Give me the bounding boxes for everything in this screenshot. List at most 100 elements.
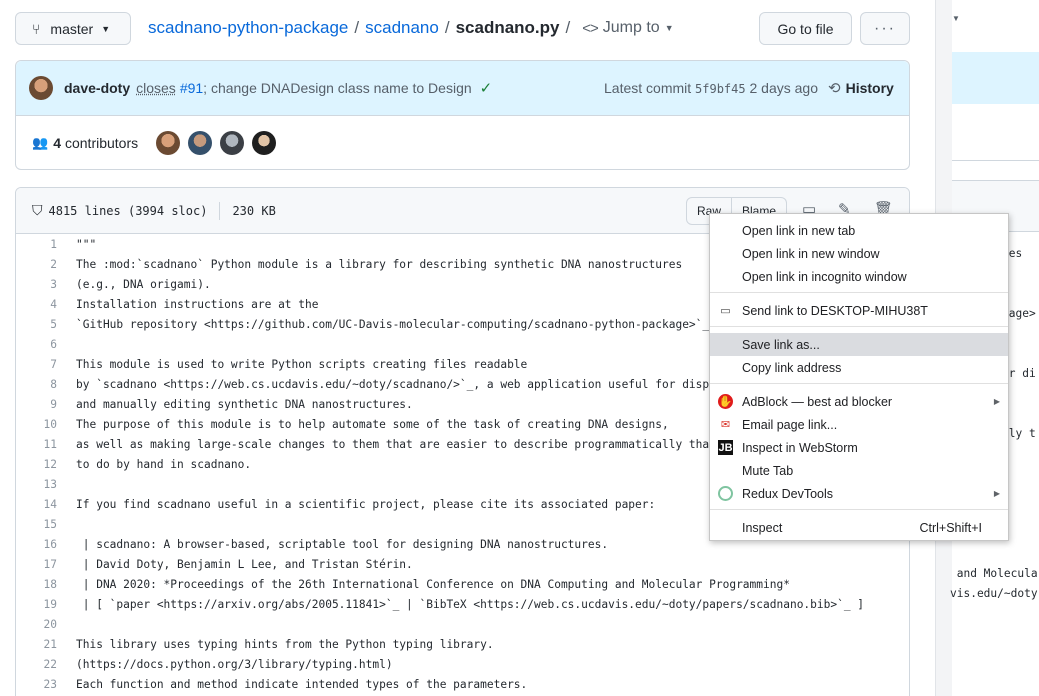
line-number[interactable]: 9 (16, 398, 57, 411)
redux-icon (718, 486, 733, 501)
code-fragment: and Molecula (950, 567, 1038, 580)
code-icon: <> (582, 19, 599, 37)
latest-commit-label: Latest commit (604, 80, 692, 96)
menu-item-label: Open link in incognito window (742, 269, 907, 284)
commit-issue-link[interactable]: #91 (180, 80, 203, 96)
line-number[interactable]: 21 (16, 638, 57, 651)
git-branch-icon: ⑂ (32, 20, 41, 37)
menu-item-label: Send link to DESKTOP-MIHU38T (742, 303, 928, 318)
breadcrumb: scadnano-python-package / scadnano / sca… (148, 18, 674, 38)
line-number[interactable]: 5 (16, 318, 57, 331)
line-number[interactable]: 8 (16, 378, 57, 391)
chevron-down-icon[interactable]: ▼ (952, 14, 960, 23)
commit-row: dave-doty closes #91 ; change DNADesign … (16, 61, 909, 116)
divider (219, 201, 221, 220)
breadcrumb-file: scadnano.py (455, 18, 560, 37)
commit-message[interactable]: ; change DNADesign class name to Design (203, 80, 471, 96)
shield-icon: ⛉ (32, 202, 43, 218)
go-to-file-button[interactable]: Go to file (759, 12, 852, 45)
code-line: 21 This library uses typing hints from th… (16, 634, 909, 654)
menu-item-label: AdBlock — best ad blocker (742, 394, 893, 409)
commit-closes-text[interactable]: closes (136, 80, 176, 96)
menu-adblock[interactable]: ✋ AdBlock — best ad blocker ▶ (710, 390, 1008, 413)
check-icon[interactable]: ✓ (480, 79, 493, 97)
menu-shortcut: Ctrl+Shift+I (919, 520, 982, 535)
avatar[interactable] (220, 131, 245, 155)
line-number[interactable]: 23 (16, 678, 57, 691)
menu-save-link-as[interactable]: Save link as... (710, 333, 1008, 356)
menu-inspect[interactable]: Inspect Ctrl+Shift+I (710, 516, 1008, 539)
menu-mute-tab[interactable]: Mute Tab (710, 459, 1008, 482)
line-content: | David Doty, Benjamin L Lee, and Trista… (76, 557, 413, 571)
line-number[interactable]: 17 (16, 558, 57, 571)
people-icon: 👥 (32, 135, 49, 150)
line-number[interactable]: 14 (16, 498, 57, 511)
avatar[interactable] (188, 131, 213, 155)
code-line: 18 | DNA 2020: *Proceedings of the 26th … (16, 574, 909, 594)
history-link[interactable]: ⟲ History (828, 79, 894, 97)
line-number[interactable]: 11 (16, 438, 57, 451)
chevron-down-icon: ▼ (101, 23, 111, 34)
avatar[interactable] (156, 131, 181, 155)
menu-separator (710, 326, 1008, 327)
line-number[interactable]: 16 (16, 538, 57, 551)
menu-item-label: Redux DevTools (742, 486, 834, 501)
line-content: If you find scadnano useful in a scienti… (76, 497, 656, 511)
line-content: and manually editing synthetic DNA nanos… (76, 397, 413, 411)
line-number[interactable]: 2 (16, 258, 57, 271)
line-number[interactable]: 10 (16, 418, 57, 431)
chevron-down-icon: ▼ (664, 23, 674, 33)
line-number[interactable]: 6 (16, 338, 57, 351)
jump-to-dropdown[interactable]: <> Jump to ▼ (582, 19, 673, 37)
menu-item-label: Email page link... (742, 417, 838, 432)
menu-inspect-webstorm[interactable]: JB Inspect in WebStorm (710, 436, 1008, 459)
submenu-arrow-icon: ▶ (993, 397, 1000, 406)
line-number[interactable]: 13 (16, 478, 57, 491)
line-content: (e.g., DNA origami). (76, 277, 211, 291)
line-content: The :mod:`scadnano` Python module is a l… (76, 257, 683, 271)
code-fragment: vis.edu/~doty (950, 587, 1038, 600)
code-line: 17 | David Doty, Benjamin L Lee, and Tri… (16, 554, 909, 574)
menu-item-label: Inspect (742, 520, 783, 535)
commit-sha-link[interactable]: 5f9bf45 (695, 82, 746, 96)
commit-author-link[interactable]: dave-doty (64, 80, 130, 96)
gmail-icon: ✉ (720, 419, 731, 431)
menu-separator (710, 292, 1008, 293)
menu-open-new-tab[interactable]: Open link in new tab (710, 219, 1008, 242)
menu-send-link[interactable]: ▭ Send link to DESKTOP-MIHU38T (710, 299, 1008, 322)
divider (952, 160, 1039, 161)
line-number[interactable]: 19 (16, 598, 57, 611)
breadcrumb-repo-link[interactable]: scadnano-python-package (148, 18, 348, 38)
code-line: 23 Each function and method indicate inte… (16, 674, 909, 694)
line-content: This module is used to write Python scri… (76, 357, 528, 371)
webstorm-icon: JB (718, 440, 733, 455)
menu-open-new-window[interactable]: Open link in new window (710, 242, 1008, 265)
menu-email-page-link[interactable]: ✉ Email page link... (710, 413, 1008, 436)
contributors-row: 👥 4 contributors (16, 116, 909, 170)
menu-item-label: Open link in new tab (742, 223, 856, 238)
line-content: as well as making large-scale changes to… (76, 437, 716, 451)
line-number[interactable]: 7 (16, 358, 57, 371)
line-number[interactable]: 12 (16, 458, 57, 471)
menu-copy-link-address[interactable]: Copy link address (710, 356, 1008, 379)
breadcrumb-folder-link[interactable]: scadnano (365, 18, 439, 38)
line-number[interactable]: 22 (16, 658, 57, 671)
menu-open-incognito[interactable]: Open link in incognito window (710, 265, 1008, 288)
avatar[interactable] (29, 76, 53, 100)
branch-selector-button[interactable]: ⑂ master ▼ (15, 12, 131, 45)
contributors-label[interactable]: contributors (65, 135, 138, 151)
avatar[interactable] (252, 131, 277, 155)
line-number[interactable]: 3 (16, 278, 57, 291)
line-number[interactable]: 15 (16, 518, 57, 531)
line-number[interactable]: 18 (16, 578, 57, 591)
menu-redux-devtools[interactable]: Redux DevTools ▶ (710, 482, 1008, 505)
jump-to-label: Jump to (602, 19, 660, 36)
line-number[interactable]: 20 (16, 618, 57, 631)
line-number[interactable]: 1 (16, 238, 57, 251)
code-line: 19 | [ `paper <https://arxiv.org/abs/200… (16, 594, 909, 614)
line-number[interactable]: 4 (16, 298, 57, 311)
menu-item-label: Mute Tab (742, 463, 794, 478)
line-content: The purpose of this module is to help au… (76, 417, 669, 431)
more-options-button[interactable]: ··· (860, 12, 910, 45)
contributors-count[interactable]: 4 (53, 135, 61, 151)
